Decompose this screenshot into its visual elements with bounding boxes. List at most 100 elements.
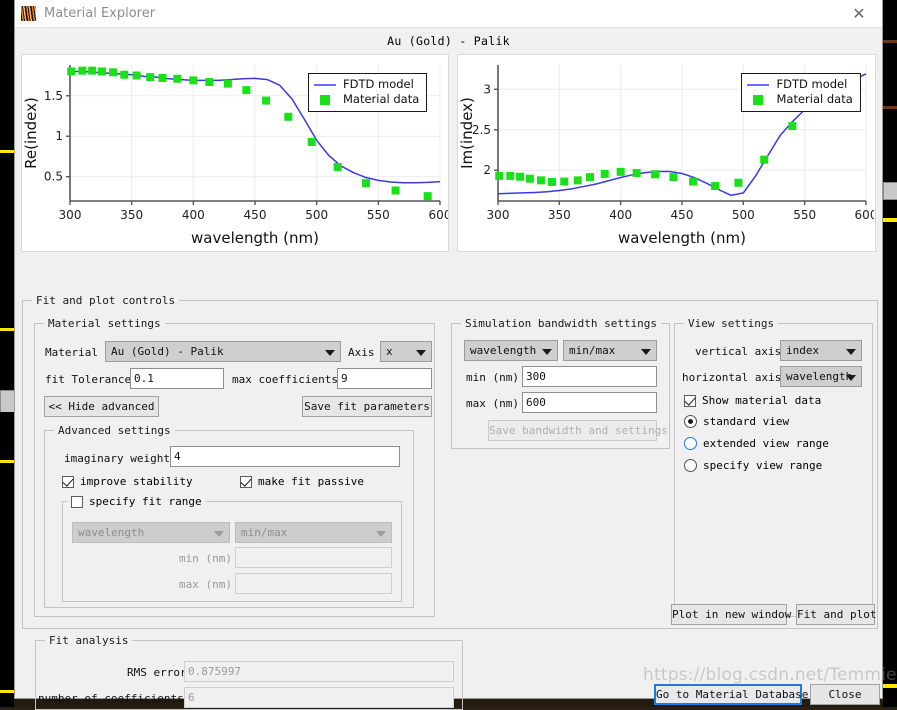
svg-text:1.5: 1.5 [44,89,63,103]
chevron-down-icon [846,374,856,381]
legend-data-label: Material data [343,92,420,106]
checkbox-box [684,394,696,407]
svg-text:450: 450 [244,208,267,222]
bandwidth-mode-dropdown[interactable]: min/max [563,340,657,361]
simulation-bandwidth-settings-group: Simulation bandwidth settings wavelength… [451,317,670,449]
fit-analysis-group: Fit analysis RMS error 0.875997 number o… [35,634,463,710]
make-fit-passive-checkbox[interactable]: make fit passive [240,475,364,488]
window-body: Au (Gold) - Palik 300 350 400 450 500 550 600 0… [15,28,882,710]
plot-im-index[interactable]: 300 350 400 450 500 550 600 2 2.5 3 wavelength (nm… [457,54,876,252]
bandwidth-max-input[interactable]: 600 [522,392,657,413]
advanced-settings-group: Advanced settings imaginary weight 4 imp… [44,424,414,608]
legend-square-swatch [753,94,764,105]
specify-fit-range-checkbox[interactable]: specify fit range [67,495,206,508]
number-of-coefficients-value: 6 [184,687,454,708]
close-icon[interactable]: ✕ [842,1,876,27]
fit-range-quantity-dropdown[interactable]: wavelength [72,522,230,543]
fit-and-plot-controls-group: Fit and plot controls Material settings … [22,294,878,629]
imaginary-weight-input[interactable]: 4 [170,446,400,467]
desktop-right-scrollbar[interactable] [883,182,897,200]
plot-im-index-legend: FDTD model Material data [741,73,861,112]
fit-range-min-input[interactable] [235,547,392,568]
watermark: https://blog.csdn.net/Temmie1024 [643,665,897,685]
fit-tolerance-input[interactable]: 0.1 [130,368,224,389]
plot-title: Au (Gold) - Palik [387,34,510,48]
legend-row-model: FDTD model [314,77,419,92]
axis-dropdown[interactable]: x [380,341,432,362]
desktop-accent-2 [0,328,14,331]
desktop-accent-1 [0,150,14,153]
vertical-axis-label: vertical axis [695,345,782,358]
svg-text:550: 550 [794,208,817,222]
desktop-block-2 [0,412,14,462]
show-material-data-checkbox[interactable]: Show material data [684,394,821,407]
checkbox-box [240,475,252,488]
go-to-material-database-button[interactable]: Go to Material Database [654,684,808,705]
extended-view-range-radio[interactable]: extended view range [684,437,829,450]
material-dropdown[interactable]: Au (Gold) - Palik [105,341,341,362]
svg-text:3: 3 [484,82,492,96]
chevron-down-icon [846,348,856,355]
plot-re-index[interactable]: 300 350 400 450 500 550 600 0.5 1 1.5 wavelength (… [21,54,450,252]
fit-range-mode-dropdown[interactable]: min/max [235,522,392,543]
horizontal-axis-label: horizontal axis [682,371,782,384]
plot-in-new-window-button[interactable]: Plot in new window [671,604,791,625]
legend-row-model: FDTD model [747,77,852,92]
advanced-settings-legend: Advanced settings [54,424,175,437]
bandwidth-quantity-value: wavelength [470,344,537,357]
title-bar: Material Explorer ✕ [15,0,882,28]
make-fit-passive-label: make fit passive [258,475,364,488]
bandwidth-min-input[interactable]: 300 [522,366,657,387]
desktop-right-accent-3 [883,218,897,222]
improve-stability-checkbox[interactable]: improve stability [62,475,193,488]
legend-square-swatch [320,94,330,105]
checkbox-box [71,495,83,508]
hide-advanced-button[interactable]: << Hide advanced [44,396,159,417]
chevron-down-icon [416,349,426,356]
save-fit-parameters-button[interactable]: Save fit parameters [302,396,432,417]
legend-data-label: Material data [776,92,853,106]
vertical-axis-dropdown[interactable]: index [780,340,862,361]
chevron-down-icon [214,530,224,537]
svg-text:400: 400 [610,208,633,222]
standard-view-radio[interactable]: standard view [684,415,789,428]
window-title: Material Explorer [44,6,156,21]
chevron-down-icon [641,348,651,355]
desktop-accent-3 [0,460,14,463]
fit-and-plot-button[interactable]: Fit and plot [796,604,876,625]
svg-text:450: 450 [671,208,694,222]
material-explorer-window: Material Explorer ✕ Au (Gold) - Palik 30… [14,0,883,710]
svg-text:400: 400 [182,208,205,222]
specify-view-range-radio[interactable]: specify view range [684,459,822,472]
axis-label: Axis [348,346,375,359]
max-coefficients-label: max coefficients [232,373,338,386]
imaginary-weight-label: imaginary weight [64,452,170,465]
svg-text:550: 550 [367,208,390,222]
svg-text:0.5: 0.5 [44,170,63,184]
svg-text:Im(index): Im(index) [458,97,476,169]
svg-text:1: 1 [55,129,63,143]
save-bandwidth-and-settings-button[interactable]: Save bandwidth and settings [488,420,668,441]
specify-fit-range-group: specify fit range wavelength min/max min… [62,495,402,602]
axis-dropdown-value: x [386,345,393,358]
desktop-right-accent-2 [883,106,897,109]
horizontal-axis-dropdown[interactable]: wavelength [780,366,862,387]
svg-text:2: 2 [484,163,492,177]
close-button[interactable]: Close [810,684,880,705]
svg-text:wavelength (nm): wavelength (nm) [191,229,319,247]
legend-model-label: FDTD model [343,77,414,91]
plot-area: 300 350 400 450 500 550 600 0.5 1 1.5 wavelength (… [15,48,882,252]
chevron-down-icon [325,349,335,356]
svg-text:Re(index): Re(index) [22,97,40,169]
chevron-down-icon [376,530,386,537]
bandwidth-min-label: min (nm) [466,371,519,384]
bandwidth-quantity-dropdown[interactable]: wavelength [464,340,558,361]
show-material-data-label: Show material data [702,394,822,407]
svg-text:350: 350 [548,208,571,222]
rms-error-value: 0.875997 [184,661,454,682]
simulation-bandwidth-legend: Simulation bandwidth settings [461,317,662,330]
svg-text:wavelength (nm): wavelength (nm) [619,229,747,247]
fit-range-max-input[interactable] [235,573,392,594]
max-coefficients-input[interactable]: 9 [337,368,432,389]
legend-row-data: Material data [314,92,419,107]
